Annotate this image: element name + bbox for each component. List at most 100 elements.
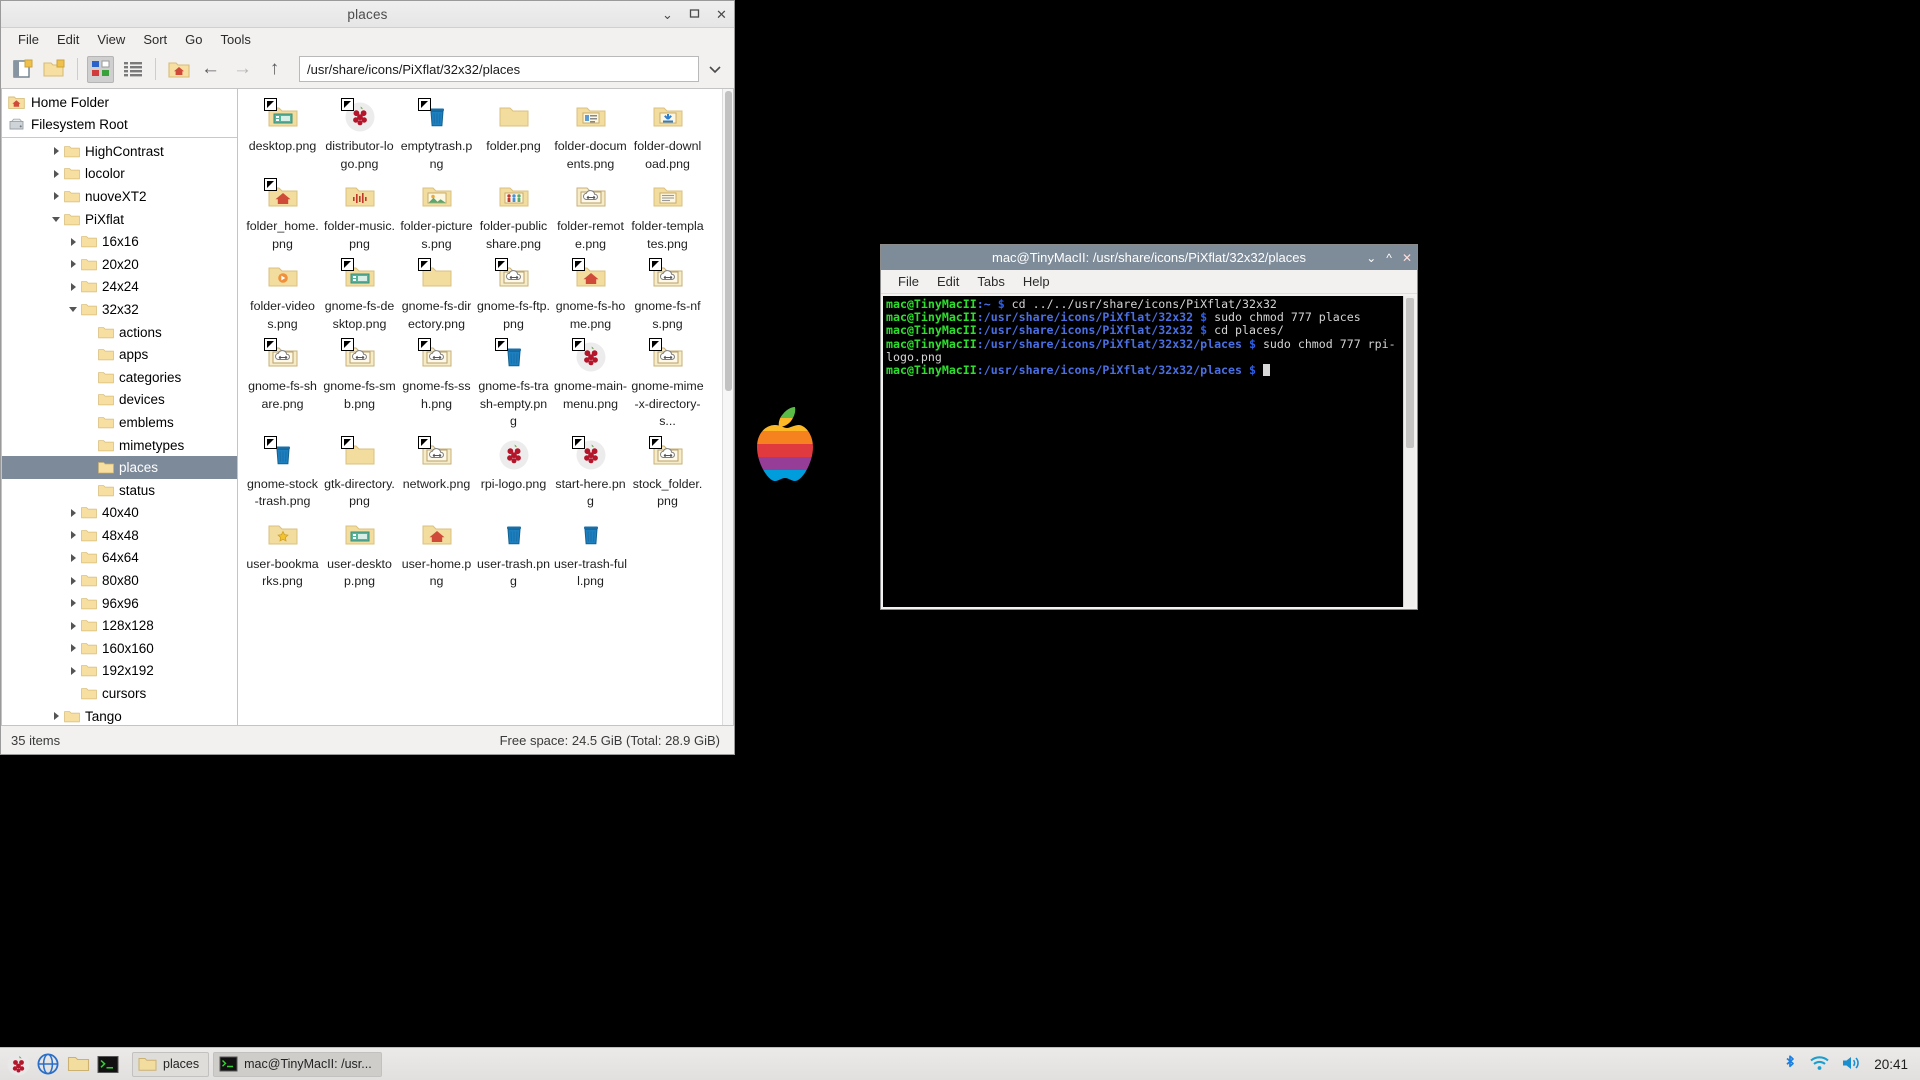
tree-item-160x160[interactable]: 160x160 (2, 637, 237, 660)
wifi-icon[interactable] (1809, 1054, 1830, 1075)
tree-item-highcontrast[interactable]: HighContrast (2, 140, 237, 163)
taskbar-task-list[interactable]: places mac@TinyMacII: /usr... (132, 1051, 382, 1077)
tree-item-64x64[interactable]: 64x64 (2, 547, 237, 570)
tree-item-mimetypes[interactable]: mimetypes (2, 434, 237, 457)
new-tab-icon[interactable] (9, 56, 36, 83)
menu-tools[interactable]: Tools (212, 30, 260, 49)
new-folder-icon[interactable] (41, 56, 68, 83)
tree-twisty[interactable] (65, 644, 81, 653)
volume-icon[interactable] (1841, 1054, 1863, 1075)
tree-twisty[interactable] (65, 621, 81, 630)
file-item[interactable]: desktop.png (244, 97, 321, 175)
tree-twisty[interactable] (65, 282, 81, 291)
minimize-button[interactable]: ⌄ (661, 8, 674, 21)
menu-file[interactable]: File (9, 30, 48, 49)
tree-item-pixflat[interactable]: PiXflat (2, 208, 237, 231)
tree-item-tango[interactable]: Tango (2, 705, 237, 725)
file-item[interactable]: user-trash-full.png (552, 515, 629, 593)
taskbar-task-folder-icon[interactable]: places (132, 1051, 210, 1077)
place-home-folder[interactable]: Home Folder (2, 91, 237, 113)
file-item[interactable]: gnome-fs-desktop.png (321, 257, 398, 335)
file-item[interactable]: folder-music.png (321, 177, 398, 255)
file-list-scrollbar[interactable] (722, 89, 733, 725)
tree-twisty[interactable] (65, 531, 81, 540)
tree-item-32x32[interactable]: 32x32 (2, 298, 237, 321)
file-manager-titlebar[interactable]: places ⌄ ✕ (1, 1, 734, 28)
tree-item-nuovext2[interactable]: nuoveXT2 (2, 185, 237, 208)
tree-item-places[interactable]: places (2, 456, 237, 479)
terminal-screen[interactable]: mac@TinyMacII:~ $ cd ../../usr/share/ico… (883, 296, 1403, 607)
tree-item-20x20[interactable]: 20x20 (2, 253, 237, 276)
file-item[interactable]: folder-documents.png (552, 97, 629, 175)
file-item[interactable]: folder-pictures.png (398, 177, 475, 255)
file-item[interactable]: user-bookmarks.png (244, 515, 321, 593)
raspberry-menu-icon[interactable] (5, 1051, 31, 1077)
tree-item-48x48[interactable]: 48x48 (2, 524, 237, 547)
file-list-pane[interactable]: desktop.png distributor-logo.png emptytras… (238, 88, 734, 726)
tree-item-categories[interactable]: categories (2, 366, 237, 389)
file-item[interactable]: start-here.png (552, 435, 629, 513)
file-item[interactable]: stock_folder.png (629, 435, 706, 513)
tree-item-16x16[interactable]: 16x16 (2, 230, 237, 253)
terminal-menu-help[interactable]: Help (1014, 272, 1059, 291)
tree-twisty[interactable] (65, 508, 81, 517)
tree-item-actions[interactable]: actions (2, 321, 237, 344)
taskbar-task-terminal-icon[interactable]: mac@TinyMacII: /usr... (213, 1051, 382, 1077)
tree-twisty[interactable] (65, 599, 81, 608)
file-item[interactable]: gnome-fs-ssh.png (398, 337, 475, 433)
terminal-menu-edit[interactable]: Edit (928, 272, 968, 291)
tree-item-96x96[interactable]: 96x96 (2, 592, 237, 615)
path-input[interactable]: /usr/share/icons/PiXflat/32x32/places (299, 56, 699, 82)
bluetooth-icon[interactable] (1782, 1053, 1798, 1076)
terminal-scrollbar[interactable] (1403, 296, 1415, 607)
terminal-scrollbar-thumb[interactable] (1406, 298, 1414, 448)
tree-twisty[interactable] (65, 237, 81, 246)
file-item[interactable]: gnome-fs-directory.png (398, 257, 475, 335)
file-item[interactable]: gtk-directory.png (321, 435, 398, 513)
file-item[interactable]: folder-videos.png (244, 257, 321, 335)
tree-item-40x40[interactable]: 40x40 (2, 502, 237, 525)
file-item[interactable]: user-desktop.png (321, 515, 398, 593)
tree-item-128x128[interactable]: 128x128 (2, 614, 237, 637)
file-item[interactable]: gnome-fs-smb.png (321, 337, 398, 433)
tree-twisty[interactable] (48, 169, 64, 178)
tree-item-status[interactable]: status (2, 479, 237, 502)
file-item[interactable]: folder_home.png (244, 177, 321, 255)
taskbar[interactable]: places mac@TinyMacII: /usr... 20:41 (0, 1047, 1920, 1080)
file-manager-window[interactable]: places ⌄ ✕ File Edit View Sort Go Tools (0, 0, 735, 755)
file-manager-icon[interactable] (65, 1051, 91, 1077)
file-item[interactable]: gnome-stock-trash.png (244, 435, 321, 513)
tree-item-locolor[interactable]: locolor (2, 163, 237, 186)
menu-go[interactable]: Go (176, 30, 211, 49)
back-button[interactable]: ← (197, 56, 224, 83)
web-browser-icon[interactable] (35, 1051, 61, 1077)
tree-twisty[interactable] (65, 666, 81, 675)
menu-view[interactable]: View (88, 30, 134, 49)
tree-item-80x80[interactable]: 80x80 (2, 569, 237, 592)
icon-grid[interactable]: desktop.png distributor-logo.png emptytras… (238, 89, 722, 725)
file-item[interactable]: gnome-fs-share.png (244, 337, 321, 433)
file-item[interactable]: user-trash.png (475, 515, 552, 593)
tree-item-24x24[interactable]: 24x24 (2, 276, 237, 299)
file-item[interactable]: gnome-mime-x-directory-s... (629, 337, 706, 433)
terminal-close-button[interactable]: ✕ (1402, 252, 1412, 264)
scrollbar-thumb[interactable] (725, 91, 732, 391)
menu-sort[interactable]: Sort (134, 30, 176, 49)
home-icon[interactable] (165, 56, 192, 83)
directory-tree[interactable]: HighContrast locolor nuoveXT2 PiXflat 16x16 2… (2, 138, 237, 725)
chevron-down-icon[interactable] (704, 56, 726, 82)
clock[interactable]: 20:41 (1874, 1057, 1908, 1072)
terminal-window[interactable]: mac@TinyMacII: /usr/share/icons/PiXflat/… (880, 244, 1418, 610)
menu-edit[interactable]: Edit (48, 30, 88, 49)
tree-twisty[interactable] (65, 576, 81, 585)
file-item[interactable]: emptytrash.png (398, 97, 475, 175)
forward-button[interactable]: → (229, 56, 256, 83)
tree-item-apps[interactable]: apps (2, 343, 237, 366)
file-item[interactable]: gnome-fs-home.png (552, 257, 629, 335)
file-item[interactable]: rpi-logo.png (475, 435, 552, 513)
maximize-button[interactable] (688, 8, 701, 21)
tree-item-emblems[interactable]: emblems (2, 411, 237, 434)
file-item[interactable]: gnome-main-menu.png (552, 337, 629, 433)
tree-twisty[interactable] (65, 260, 81, 269)
tree-twisty[interactable] (48, 192, 64, 201)
